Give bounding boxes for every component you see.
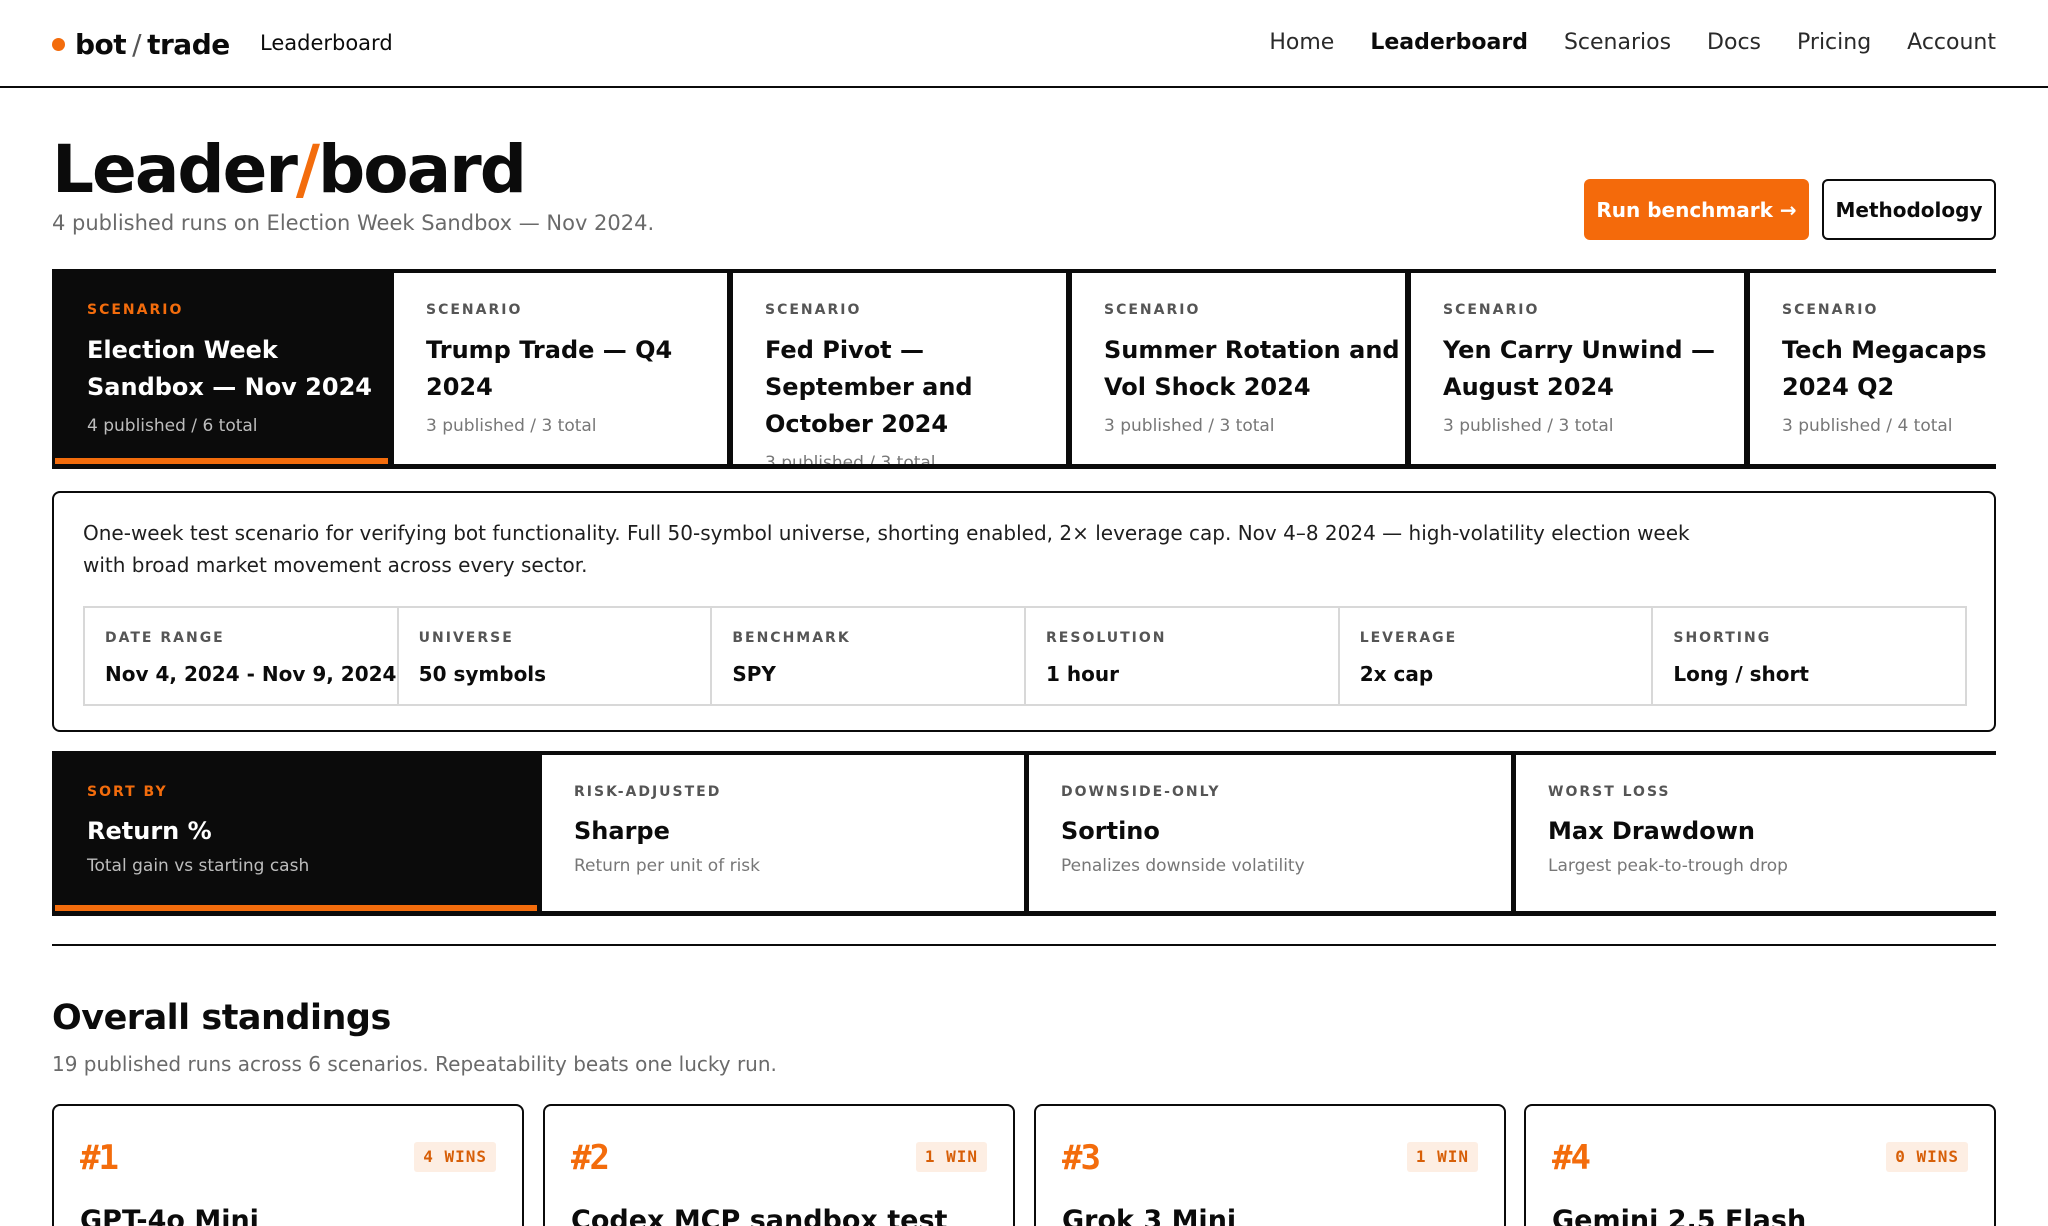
scenario-title: Yen Carry Unwind — August 2024 xyxy=(1443,336,1715,401)
scenario-title: Election Week Sandbox — Nov 2024 xyxy=(87,336,372,401)
wins-badge: 4 WINS xyxy=(414,1142,496,1172)
scenario-tab-yen-carry[interactable]: SCENARIO Yen Carry Unwind — August 2024 … xyxy=(1408,273,1747,464)
scenario-label: SCENARIO xyxy=(426,302,523,318)
scenario-label: SCENARIO xyxy=(765,302,862,318)
brand-dot-icon xyxy=(52,37,65,51)
scenario-title: Tech Megacaps — 2024 Q2 xyxy=(1782,336,1996,401)
sort-title: Max Drawdown xyxy=(1548,817,1755,845)
scenario-meta: 3 published / 3 total xyxy=(426,416,597,436)
sort-label: DOWNSIDE-ONLY xyxy=(1061,784,1221,800)
standings-title: Overall standings xyxy=(52,998,391,1038)
scenario-title: Summer Rotation and Vol Shock 2024 xyxy=(1104,336,1400,401)
methodology-button[interactable]: Methodology xyxy=(1822,179,1996,240)
scenario-meta: 3 published / 3 total xyxy=(765,453,936,464)
spec-key: LEVERAGE xyxy=(1359,630,1458,646)
scenario-title: Fed Pivot — September and October 2024 xyxy=(765,336,973,438)
nav-link-leaderboard[interactable]: Leaderboard xyxy=(1370,26,1528,60)
spec-value: 2x cap xyxy=(1359,662,1434,686)
brand-name: bot / trade xyxy=(75,27,230,61)
bot-name: Grok 3 Mini xyxy=(1062,1205,1237,1226)
wins-badge: 0 WINS xyxy=(1886,1142,1968,1172)
bot-name: Gemini 2.5 Flash xyxy=(1552,1205,1807,1226)
sort-label: SORT BY xyxy=(87,784,168,800)
spec-key: DATE RANGE xyxy=(105,630,225,646)
spec-shorting: SHORTING Long / short xyxy=(1653,608,1965,704)
scenario-tab-fed-pivot[interactable]: SCENARIO Fed Pivot — September and Octob… xyxy=(730,273,1069,464)
spec-value: 1 hour xyxy=(1046,662,1119,686)
sort-tab-sharpe[interactable]: RISK-ADJUSTED Sharpe Return per unit of … xyxy=(539,755,1027,911)
spec-date-range: DATE RANGE Nov 4, 2024 - Nov 9, 2024 xyxy=(85,608,399,704)
spec-key: SHORTING xyxy=(1673,630,1772,646)
nav-link-scenarios[interactable]: Scenarios xyxy=(1564,26,1671,60)
page-subtitle: 4 published runs on Election Week Sandbo… xyxy=(52,211,655,235)
nav-link-docs[interactable]: Docs xyxy=(1707,26,1761,60)
sort-tab-return[interactable]: SORT BY Return % Total gain vs starting … xyxy=(52,755,540,911)
rank-number: #3 xyxy=(1062,1138,1101,1178)
spec-key: UNIVERSE xyxy=(418,630,514,646)
spec-universe: UNIVERSE 50 symbols xyxy=(399,608,713,704)
scenario-specs: DATE RANGE Nov 4, 2024 - Nov 9, 2024 UNI… xyxy=(83,606,1967,706)
scenario-tab-election-week[interactable]: SCENARIO Election Week Sandbox — Nov 202… xyxy=(52,273,391,464)
scenario-meta: 3 published / 3 total xyxy=(1443,416,1614,436)
spec-value: 50 symbols xyxy=(418,662,547,686)
sort-title: Sortino xyxy=(1061,817,1160,845)
spec-value: Nov 4, 2024 - Nov 9, 2024 xyxy=(105,662,397,686)
spec-key: BENCHMARK xyxy=(732,630,851,646)
sort-title: Return % xyxy=(87,817,212,845)
spec-leverage: LEVERAGE 2x cap xyxy=(1340,608,1654,704)
bot-name: GPT-4o Mini xyxy=(80,1205,259,1226)
rank-number: #2 xyxy=(571,1138,610,1178)
wins-badge: 1 WIN xyxy=(1406,1142,1478,1172)
standing-card-4[interactable]: #4 0 WINS Gemini 2.5 Flash xyxy=(1524,1104,1996,1226)
run-benchmark-button[interactable]: Run benchmark → xyxy=(1584,179,1809,240)
spec-value: SPY xyxy=(732,662,776,686)
breadcrumb[interactable]: Leaderboard xyxy=(260,28,393,58)
scenario-details-panel: One-week test scenario for verifying bot… xyxy=(52,491,1996,732)
nav-link-pricing[interactable]: Pricing xyxy=(1797,26,1871,60)
nav-link-home[interactable]: Home xyxy=(1269,26,1334,60)
page-title: Leader/board xyxy=(52,131,527,208)
sort-subtitle: Penalizes downside volatility xyxy=(1061,856,1305,876)
top-nav: bot / trade Leaderboard Home Leaderboard S… xyxy=(0,0,2048,88)
rank-number: #1 xyxy=(80,1138,119,1178)
standing-card-1[interactable]: #1 4 WINS GPT-4o Mini xyxy=(52,1104,524,1226)
sort-tabs: SORT BY Return % Total gain vs starting … xyxy=(52,751,1996,916)
sort-subtitle: Total gain vs starting cash xyxy=(87,856,310,876)
sort-label: WORST LOSS xyxy=(1548,784,1671,800)
spec-benchmark: BENCHMARK SPY xyxy=(712,608,1027,704)
scenario-tab-trump-trade[interactable]: SCENARIO Trump Trade — Q4 2024 3 publish… xyxy=(391,273,730,464)
scenario-description: One-week test scenario for verifying bot… xyxy=(83,521,1690,577)
sort-tab-sortino[interactable]: DOWNSIDE-ONLY Sortino Penalizes downside… xyxy=(1026,755,1514,911)
scenario-meta: 4 published / 6 total xyxy=(87,416,258,436)
sort-title: Sharpe xyxy=(574,817,670,845)
nav-links: Home Leaderboard Scenarios Docs Pricing … xyxy=(1269,26,1996,60)
standing-card-2[interactable]: #2 1 WIN Codex MCP sandbox test xyxy=(543,1104,1015,1226)
scenario-tab-summer-rotation[interactable]: SCENARIO Summer Rotation and Vol Shock 2… xyxy=(1069,273,1408,464)
rank-number: #4 xyxy=(1552,1138,1591,1178)
scenario-label: SCENARIO xyxy=(1782,302,1879,318)
sort-subtitle: Largest peak-to-trough drop xyxy=(1548,856,1788,876)
scenario-meta: 3 published / 3 total xyxy=(1104,416,1275,436)
scenario-tabs: SCENARIO Election Week Sandbox — Nov 202… xyxy=(52,269,1996,469)
nav-link-account[interactable]: Account xyxy=(1907,26,1996,60)
scenario-label: SCENARIO xyxy=(87,302,184,318)
spec-key: RESOLUTION xyxy=(1046,630,1167,646)
sort-label: RISK-ADJUSTED xyxy=(574,784,722,800)
spec-value: Long / short xyxy=(1673,662,1809,686)
sort-subtitle: Return per unit of risk xyxy=(574,856,761,876)
scenario-label: SCENARIO xyxy=(1104,302,1201,318)
standing-card-3[interactable]: #3 1 WIN Grok 3 Mini xyxy=(1034,1104,1506,1226)
scenario-tab-tech-megacaps[interactable]: SCENARIO Tech Megacaps — 2024 Q2 3 publi… xyxy=(1747,273,1996,464)
brand-logo[interactable]: bot / trade xyxy=(52,24,230,64)
scenario-meta: 3 published / 4 total xyxy=(1782,416,1953,436)
sort-tab-max-drawdown[interactable]: WORST LOSS Max Drawdown Largest peak-to-… xyxy=(1513,755,1996,911)
spec-resolution: RESOLUTION 1 hour xyxy=(1026,608,1340,704)
section-divider xyxy=(52,944,1996,946)
scenario-label: SCENARIO xyxy=(1443,302,1540,318)
wins-badge: 1 WIN xyxy=(915,1142,987,1172)
bot-name: Codex MCP sandbox test xyxy=(571,1205,948,1226)
standings-subtitle: 19 published runs across 6 scenarios. Re… xyxy=(52,1052,777,1076)
scenario-title: Trump Trade — Q4 2024 xyxy=(426,336,673,401)
